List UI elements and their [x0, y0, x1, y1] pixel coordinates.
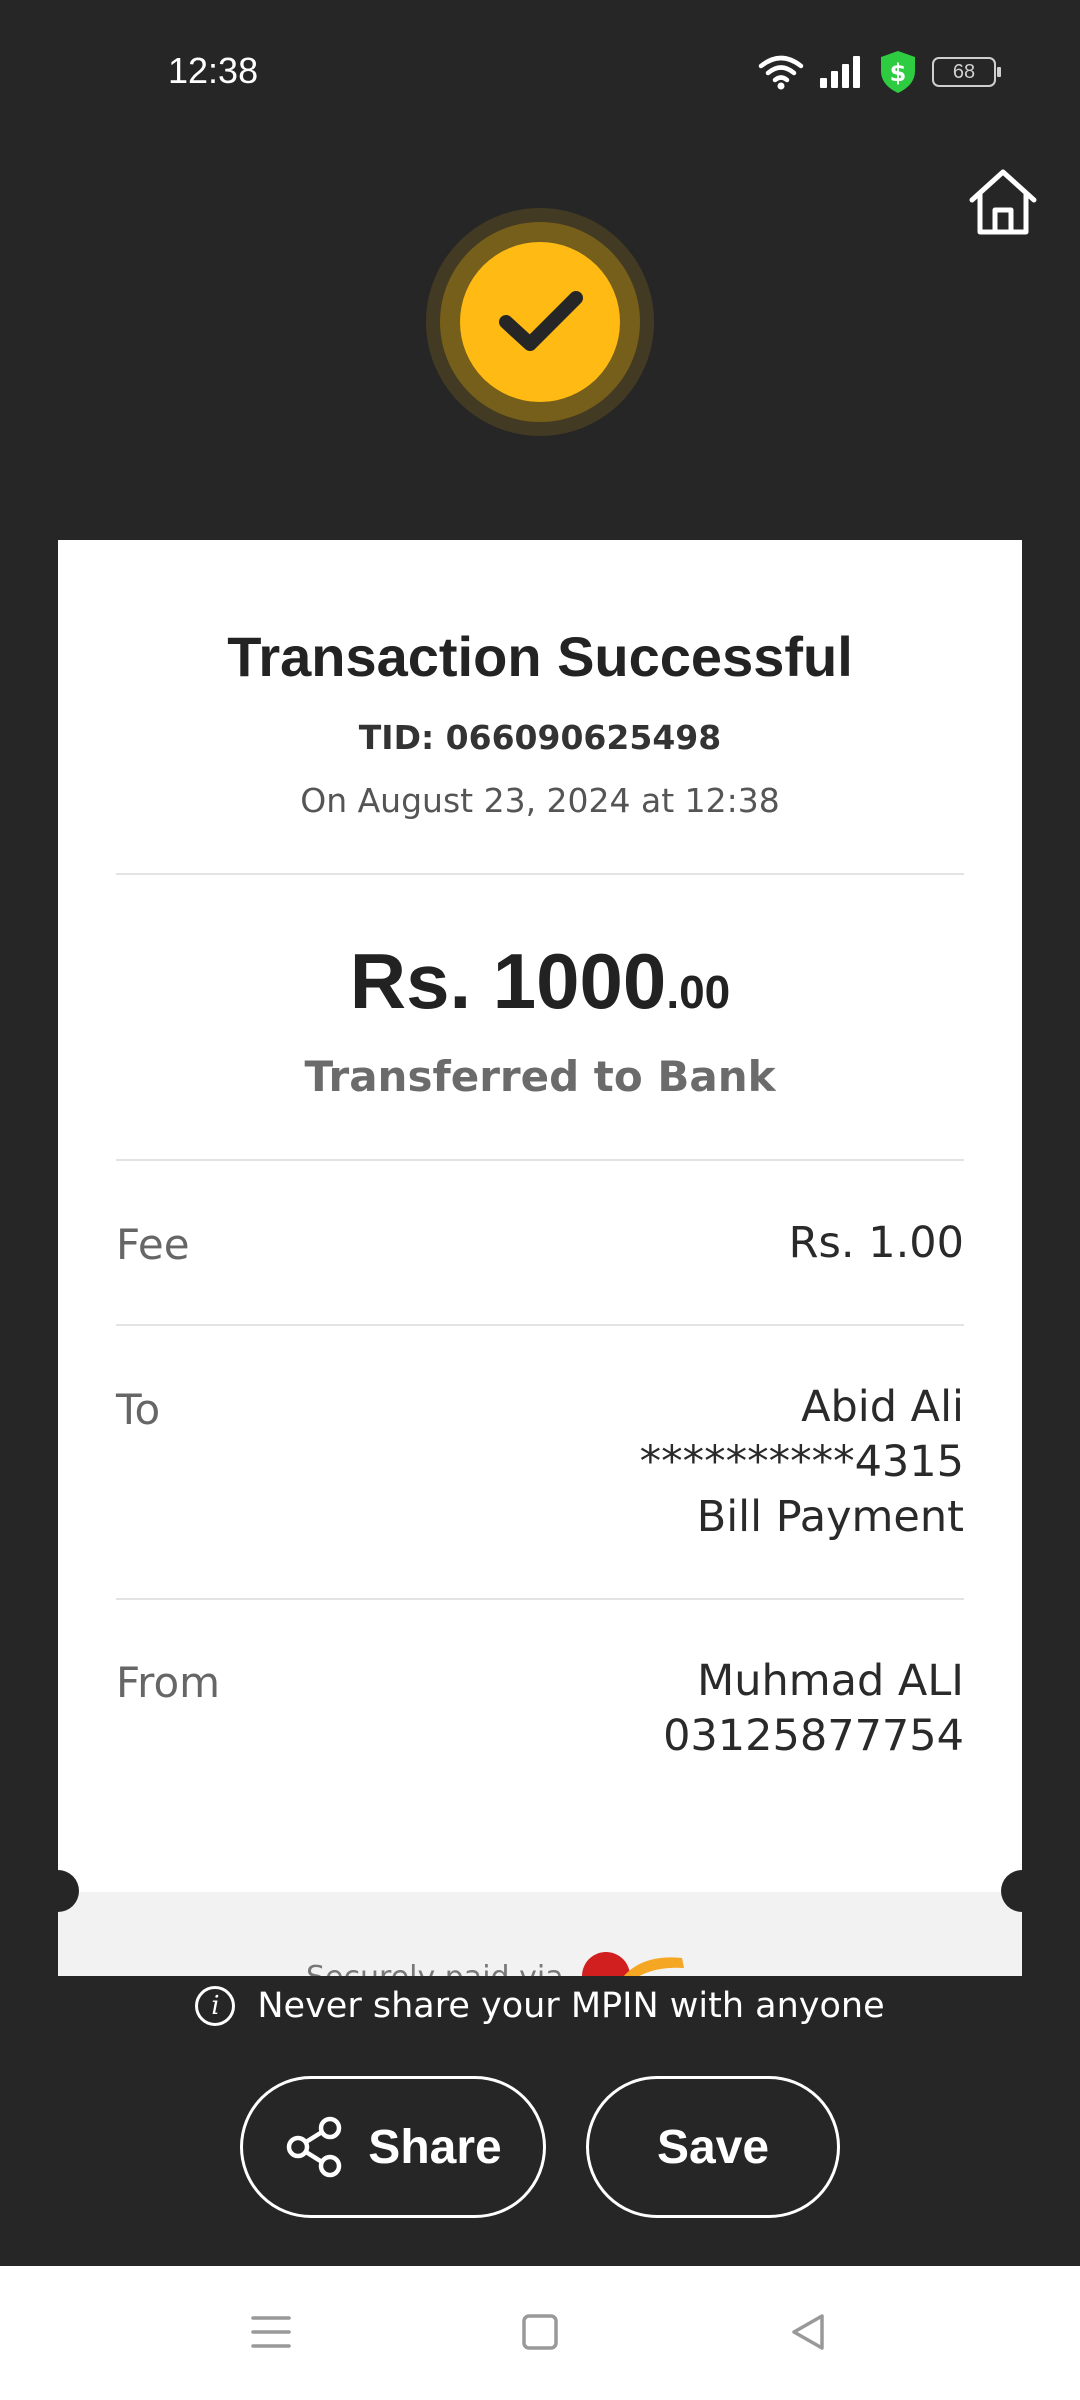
receipt-notch-right	[1001, 1870, 1043, 1912]
home-button[interactable]	[966, 166, 1040, 238]
recent-apps-button[interactable]	[243, 2308, 299, 2356]
share-label: Share	[368, 2120, 502, 2174]
transfer-type: Transferred to Bank	[304, 1052, 776, 1101]
from-label: From	[116, 1658, 221, 1707]
amount-main: Rs. 1000	[349, 937, 667, 1025]
transaction-title: Transaction Successful	[227, 625, 853, 688]
status-bar: 12:38 $ 68	[0, 0, 1080, 120]
checkmark-icon	[499, 291, 583, 351]
divider	[116, 1159, 964, 1161]
system-nav-bar	[0, 2266, 1080, 2400]
divider	[116, 1324, 964, 1326]
security-shield-icon: $	[881, 51, 915, 93]
status-time: 12:38	[168, 50, 259, 91]
success-badge	[426, 208, 654, 436]
home-icon	[969, 169, 1037, 235]
battery-icon: 68	[932, 57, 1001, 87]
back-button[interactable]	[780, 2308, 836, 2356]
receipt-footer: Securely paid via	[58, 1892, 1022, 1976]
info-icon: i	[195, 1986, 236, 2026]
securely-paid-text: Securely paid via	[306, 1960, 564, 1976]
battery-level: 68	[952, 60, 976, 83]
mpin-warning-text: Never share your MPIN with anyone	[257, 1986, 885, 2026]
recipient-name: Abid Ali	[801, 1382, 964, 1432]
menu-icon	[251, 2316, 291, 2348]
sender-number: 03125877754	[663, 1711, 964, 1761]
fee-label: Fee	[116, 1220, 190, 1269]
save-button[interactable]: Save	[586, 2076, 840, 2218]
share-button[interactable]: Share	[240, 2076, 546, 2218]
back-icon	[792, 2314, 824, 2350]
amount-cents: .00	[666, 966, 731, 1018]
from-details: Muhmad ALI 03125877754	[663, 1654, 964, 1764]
home-nav-button[interactable]	[512, 2308, 568, 2356]
transaction-amount: Rs. 1000.00	[58, 936, 1022, 1027]
signal-icon	[820, 56, 860, 88]
receipt-notch-left	[37, 1870, 79, 1912]
svg-text:$: $	[890, 59, 907, 87]
save-label: Save	[656, 2120, 770, 2174]
divider	[116, 873, 964, 875]
home-square-icon	[522, 2314, 558, 2350]
recipient-account: **********4315	[639, 1437, 964, 1487]
sender-name: Muhmad ALI	[697, 1656, 964, 1706]
fee-value: Rs. 1.00	[788, 1218, 964, 1268]
mpin-warning: i Never share your MPIN with anyone	[0, 1976, 1080, 2036]
wifi-icon	[758, 55, 804, 90]
to-details: Abid Ali **********4315 Bill Payment	[640, 1380, 964, 1545]
payment-purpose: Bill Payment	[696, 1492, 964, 1542]
transaction-date: On August 23, 2024 at 12:38	[300, 781, 780, 820]
transaction-id: TID: 066090625498	[358, 718, 722, 757]
divider	[116, 1598, 964, 1600]
status-icons: $ 68	[758, 48, 1001, 96]
receipt-card: Transaction Successful TID: 066090625498…	[58, 540, 1022, 1976]
payment-provider-logo	[582, 1952, 684, 1976]
share-icon	[287, 2116, 342, 2178]
to-label: To	[116, 1385, 161, 1434]
